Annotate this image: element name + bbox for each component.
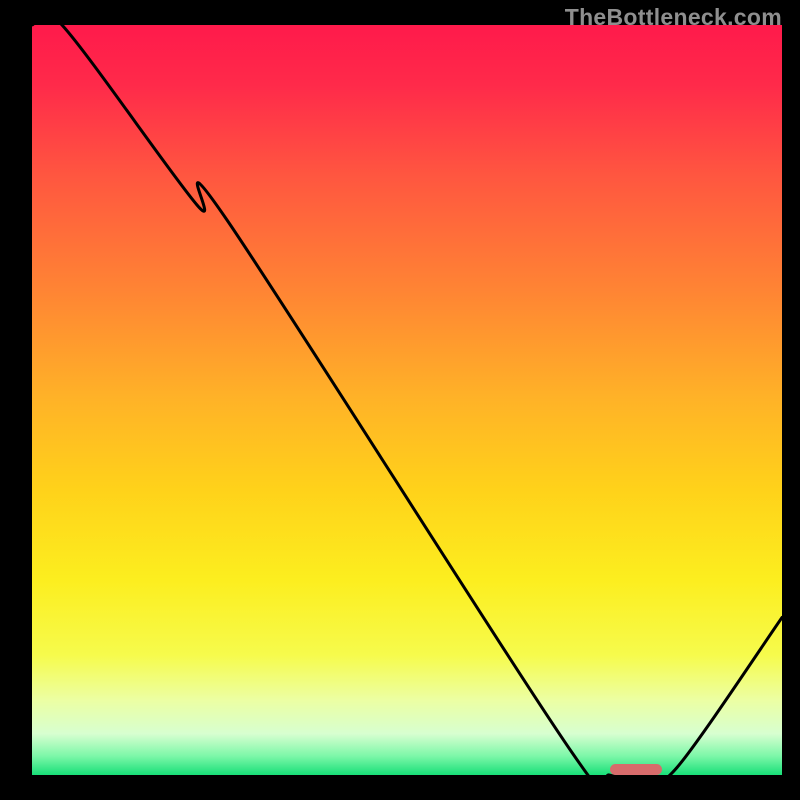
bottleneck-curve (32, 25, 782, 775)
chart-frame: TheBottleneck.com (0, 0, 800, 800)
watermark-text: TheBottleneck.com (565, 4, 782, 31)
plot-area (32, 25, 782, 775)
optimal-zone-marker (610, 764, 663, 775)
